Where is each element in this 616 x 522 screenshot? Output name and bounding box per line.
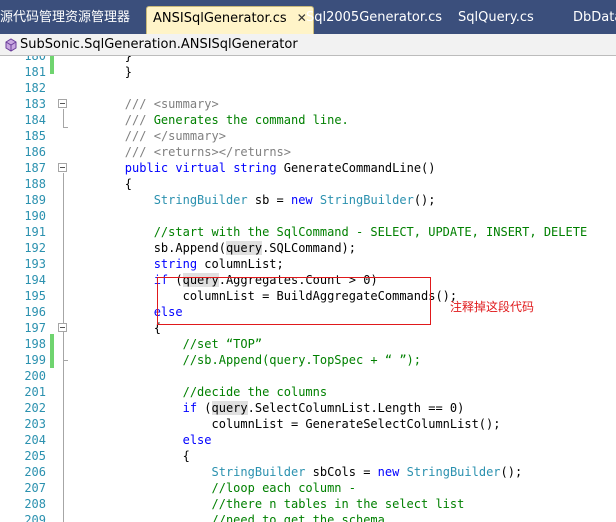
code-line: 182 bbox=[24, 81, 46, 95]
code-line: 201 //decide the columns bbox=[24, 385, 328, 399]
tab-label: ANSISqlGenerator.cs bbox=[153, 11, 287, 26]
code-line: 206 StringBuilder sbCols = new StringBui… bbox=[24, 465, 523, 479]
navigation-bar: SubSonic.SqlGeneration.ANSISqlGenerator bbox=[0, 34, 616, 56]
tab-dbdata[interactable]: DbData bbox=[573, 6, 616, 30]
tab-label: DbData bbox=[573, 10, 616, 25]
document-tab-strip: 源代码管理资源管理器 ANSISqlGenerator.cs ✕ Sql2005G… bbox=[0, 0, 616, 34]
tab-source-control-explorer[interactable]: 源代码管理资源管理器 bbox=[0, 6, 130, 30]
code-line: 183 /// <summary> bbox=[24, 97, 219, 111]
code-line: 187 public virtual string GenerateComman… bbox=[24, 161, 436, 175]
code-line: 188 { bbox=[24, 177, 133, 191]
code-line: 190 bbox=[24, 209, 46, 223]
code-line: 204 else bbox=[24, 433, 212, 447]
code-line: 209 //need to get the schema bbox=[24, 513, 385, 522]
code-line: 193 string columnList; bbox=[24, 257, 284, 271]
tab-label: Sql2005Generator.cs bbox=[306, 10, 443, 25]
code-line: 203 columnList = GenerateSelectColumnLis… bbox=[24, 417, 501, 431]
code-line: 185 /// </summary> bbox=[24, 129, 226, 143]
code-line: 199 //sb.Append(query.TopSpec + “ ”); bbox=[24, 353, 422, 367]
code-line: 200 bbox=[24, 369, 46, 383]
code-line: 180 } bbox=[24, 56, 133, 63]
code-line: 207 //loop each column - bbox=[24, 481, 356, 495]
code-line: 205 { bbox=[24, 449, 190, 463]
annotation-label: 注释掉这段代码 bbox=[450, 300, 535, 314]
tab-ansisqlgenerator[interactable]: ANSISqlGenerator.cs ✕ bbox=[146, 6, 314, 34]
code-line: 186 /// <returns></returns> bbox=[24, 145, 291, 159]
code-line: 191 //start with the SqlCommand - SELECT… bbox=[24, 225, 588, 239]
tab-sqlquery[interactable]: SqlQuery.cs bbox=[458, 6, 534, 30]
class-selector[interactable]: SubSonic.SqlGeneration.ANSISqlGenerator bbox=[20, 35, 298, 55]
code-line: 208 //there n tables in the select list bbox=[24, 497, 465, 511]
class-icon bbox=[5, 38, 17, 52]
code-line: 189 StringBuilder sb = new StringBuilder… bbox=[24, 193, 436, 207]
code-line: 198 //set “TOP” bbox=[24, 337, 263, 351]
code-line: 192 sb.Append(query.SQLCommand); bbox=[24, 241, 356, 255]
tab-sql2005generator[interactable]: Sql2005Generator.cs bbox=[306, 6, 442, 30]
code-line: 202 if (query.SelectColumnList.Length ==… bbox=[24, 401, 465, 415]
code-line: 184 /// Generates the command line. bbox=[24, 113, 349, 127]
tab-label: 源代码管理资源管理器 bbox=[0, 10, 131, 25]
annotation-highlight-box bbox=[157, 277, 431, 325]
code-line: 181 } bbox=[24, 65, 133, 79]
tab-label: SqlQuery.cs bbox=[458, 10, 534, 25]
